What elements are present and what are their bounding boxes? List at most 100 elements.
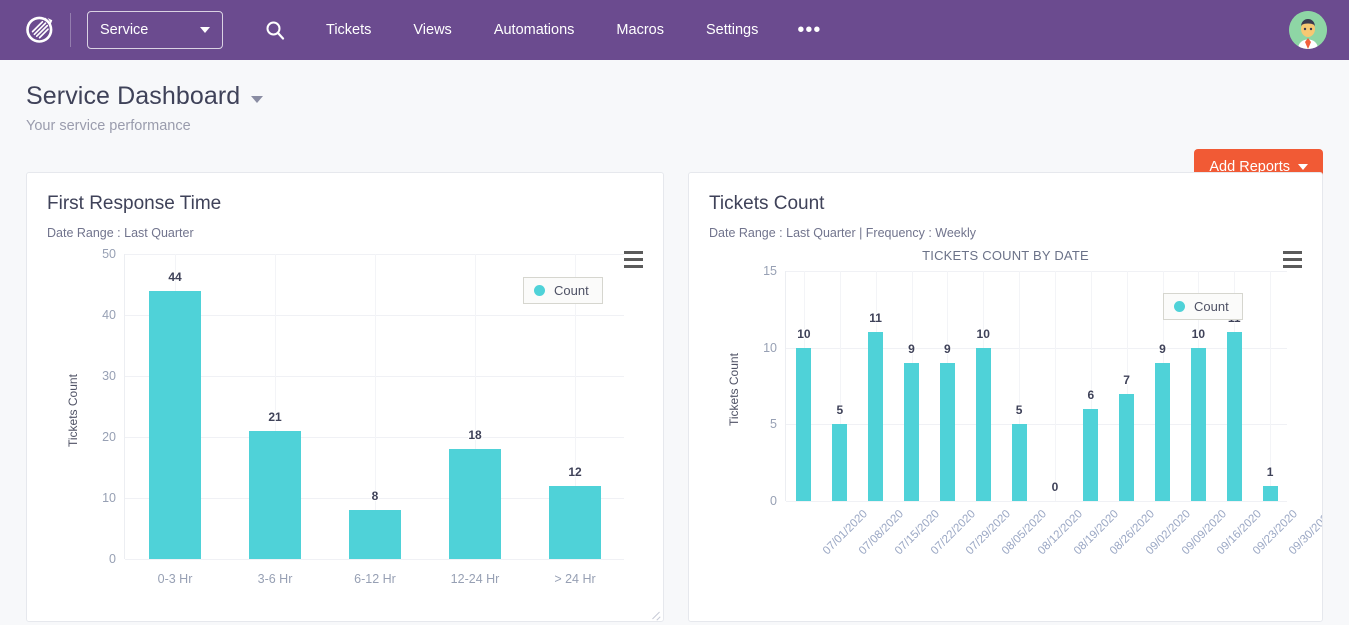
bar-value-label: 7 [1123, 373, 1130, 387]
x-axis-tick-label: 0-3 Hr [158, 572, 193, 586]
legend-color-dot-icon [534, 285, 545, 296]
bar-value-label: 0 [1052, 480, 1059, 494]
bar-value-label: 5 [836, 403, 843, 417]
y-axis-tick-label: 10 [763, 341, 786, 355]
y-axis-tick-label: 40 [102, 308, 125, 322]
bar[interactable] [249, 431, 301, 559]
y-axis-title: Tickets Count [66, 374, 80, 447]
search-icon [265, 20, 285, 40]
bar[interactable] [1191, 348, 1206, 501]
nav-link-views[interactable]: Views [392, 0, 472, 60]
gridline [125, 559, 624, 560]
product-switcher[interactable]: Service [87, 11, 223, 49]
avatar[interactable] [1289, 11, 1327, 49]
caret-down-icon [1298, 164, 1308, 170]
page-title: Service Dashboard [26, 82, 240, 111]
bar-value-label: 8 [372, 489, 379, 503]
bar[interactable] [1155, 363, 1170, 501]
bar[interactable] [976, 348, 991, 501]
nav-link-settings[interactable]: Settings [685, 0, 779, 60]
bar[interactable] [796, 348, 811, 501]
card-resize-handle[interactable] [649, 607, 661, 619]
freshdesk-logo-icon [23, 13, 57, 47]
y-axis-tick-label: 15 [763, 264, 786, 278]
y-axis-title: Tickets Count [727, 353, 741, 426]
bar-value-label: 18 [468, 428, 481, 442]
page-header: Service Dashboard Your service performan… [0, 60, 1349, 160]
top-navigation-bar: Service Tickets Views Automations Macros… [0, 0, 1349, 60]
bar-value-label: 1 [1267, 465, 1274, 479]
gridline [786, 501, 1287, 502]
bar-value-label: 44 [168, 270, 181, 284]
bar-value-label: 10 [977, 327, 990, 341]
x-axis-tick-label: 12-24 Hr [451, 572, 500, 586]
nav-divider [70, 13, 71, 47]
bar-value-label: 9 [908, 342, 915, 356]
chart-legend[interactable]: Count [1163, 293, 1243, 320]
bar-value-label: 9 [1159, 342, 1166, 356]
vertical-gridline [1055, 271, 1056, 501]
nav-link-automations[interactable]: Automations [473, 0, 596, 60]
card-meta: Date Range : Last Quarter [27, 215, 663, 240]
bar[interactable] [868, 332, 883, 501]
bar[interactable] [904, 363, 919, 501]
search-button[interactable] [265, 20, 285, 40]
chart-tickets-count-by-date: Tickets Count0510151007/01/2020507/08/20… [689, 263, 1322, 573]
bar-value-label: 21 [268, 410, 281, 424]
bar-value-label: 10 [797, 327, 810, 341]
bar[interactable] [832, 424, 847, 501]
dashboard-cards: First Response Time Date Range : Last Qu… [0, 172, 1349, 622]
bar-value-label: 11 [869, 311, 882, 325]
dashboard-title-row: Service Dashboard [26, 82, 1323, 111]
bar[interactable] [549, 486, 601, 559]
primary-nav-links: Tickets Views Automations Macros Setting… [305, 0, 839, 60]
bar-value-label: 6 [1087, 388, 1094, 402]
bar[interactable] [940, 363, 955, 501]
bar-value-label: 5 [1016, 403, 1023, 417]
chart-first-response-time: Tickets Count 0 10 20 30 40 50 44 0-3 Hr 21 3-6 Hr… [27, 244, 663, 584]
legend-label: Count [1194, 299, 1229, 314]
gridline [786, 271, 1287, 272]
card-meta: Date Range : Last Quarter | Frequency : … [689, 215, 1322, 240]
y-axis-tick-label: 5 [770, 417, 786, 431]
x-axis-tick-label: > 24 Hr [554, 572, 595, 586]
page-subtitle: Your service performance [26, 118, 1323, 134]
card-tickets-count: Tickets Count Date Range : Last Quarter … [688, 172, 1323, 622]
y-axis-tick-label: 0 [109, 552, 125, 566]
app-logo[interactable] [14, 13, 66, 47]
nav-link-macros[interactable]: Macros [595, 0, 685, 60]
chart-legend[interactable]: Count [523, 277, 603, 304]
bar-value-label: 9 [944, 342, 951, 356]
chevron-down-icon[interactable] [251, 96, 263, 103]
bar[interactable] [149, 291, 201, 559]
bar-value-label: 12 [568, 465, 581, 479]
card-title: First Response Time [27, 173, 663, 215]
bar[interactable] [1012, 424, 1027, 501]
chart-heading: TICKETS COUNT BY DATE [689, 248, 1322, 263]
bar[interactable] [449, 449, 501, 559]
user-avatar-icon [1289, 11, 1327, 49]
legend-color-dot-icon [1174, 301, 1185, 312]
bar[interactable] [349, 510, 401, 559]
y-axis-tick-label: 50 [102, 247, 125, 261]
legend-label: Count [554, 283, 589, 298]
bar[interactable] [1119, 394, 1134, 501]
card-first-response-time: First Response Time Date Range : Last Qu… [26, 172, 664, 622]
bar-value-label: 10 [1192, 327, 1205, 341]
y-axis-tick-label: 30 [102, 369, 125, 383]
x-axis-tick-label: 3-6 Hr [258, 572, 293, 586]
nav-link-tickets[interactable]: Tickets [305, 0, 392, 60]
product-switcher-label: Service [100, 22, 148, 38]
y-axis-tick-label: 0 [770, 494, 786, 508]
y-axis-tick-label: 10 [102, 491, 125, 505]
gridline [786, 348, 1287, 349]
x-axis-tick-label: 6-12 Hr [354, 572, 396, 586]
card-title: Tickets Count [689, 173, 1322, 215]
bar[interactable] [1263, 486, 1278, 501]
nav-more-icon[interactable]: ••• [779, 3, 839, 57]
y-axis-tick-label: 20 [102, 430, 125, 444]
gridline [786, 424, 1287, 425]
bar[interactable] [1227, 332, 1242, 501]
chevron-down-icon [200, 27, 210, 33]
bar[interactable] [1083, 409, 1098, 501]
